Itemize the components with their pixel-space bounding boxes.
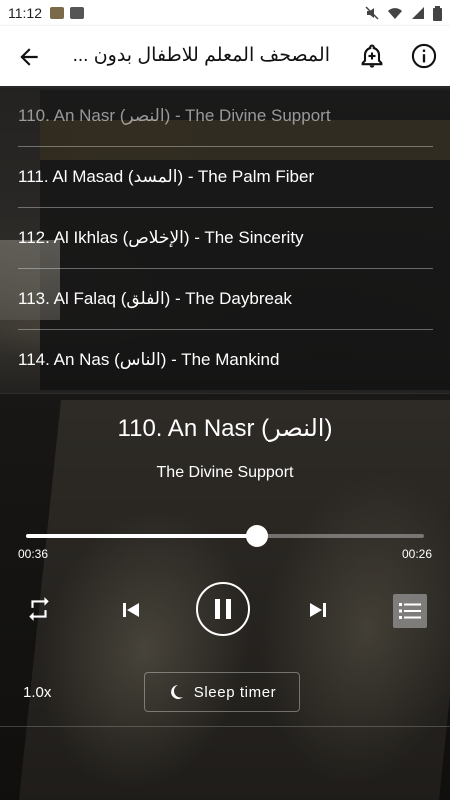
seek-bar[interactable] bbox=[26, 525, 424, 547]
status-time: 11:12 bbox=[8, 5, 42, 21]
sleep-timer-button[interactable]: Sleep timer bbox=[144, 672, 300, 712]
status-bar: 11:12 bbox=[0, 0, 450, 26]
moon-icon bbox=[170, 685, 183, 699]
signal-icon bbox=[412, 7, 424, 19]
elapsed-time: 00:36 bbox=[18, 547, 49, 561]
skip-previous-icon[interactable] bbox=[121, 600, 141, 620]
list-item[interactable]: 114. An Nas (الناس) - The Mankind bbox=[18, 330, 433, 390]
page-title: المصحف المعلم للاطفال بدون ... bbox=[72, 45, 330, 66]
photo-icon bbox=[70, 7, 84, 19]
battery-icon bbox=[433, 5, 442, 21]
seek-thumb[interactable] bbox=[246, 525, 268, 547]
track-label: 112. Al Ikhlas (الإخلاص) - The Sincerity bbox=[18, 228, 304, 247]
sleep-timer-label: Sleep timer bbox=[193, 683, 277, 701]
remaining-time: 00:26 bbox=[401, 547, 432, 561]
add-alarm-icon[interactable] bbox=[358, 42, 386, 70]
repeat-icon[interactable] bbox=[26, 596, 52, 622]
playback-speed-button[interactable]: 1.0x bbox=[23, 684, 51, 701]
now-playing-subtitle: The Divine Support bbox=[156, 464, 294, 481]
now-playing-title: 110. An Nasr (النصر) bbox=[117, 415, 333, 442]
list-item[interactable]: 111. Al Masad (المسد) - The Palm Fiber bbox=[18, 147, 433, 208]
track-label: 113. Al Falaq (الفلق) - The Daybreak bbox=[18, 289, 292, 308]
player-panel: 110. An Nasr (النصر) The Divine Support … bbox=[0, 394, 450, 800]
pause-button[interactable] bbox=[196, 582, 250, 636]
skip-next-icon[interactable] bbox=[308, 600, 328, 620]
playlist-icon bbox=[399, 603, 421, 619]
track-label: 114. An Nas (الناس) - The Mankind bbox=[18, 350, 280, 369]
track-list[interactable]: 110. An Nasr (النصر) - The Divine Suppor… bbox=[0, 88, 450, 393]
track-label: 111. Al Masad (المسد) - The Palm Fiber bbox=[18, 167, 315, 186]
app-notification-icon bbox=[50, 7, 64, 19]
list-item[interactable]: 112. Al Ikhlas (الإخلاص) - The Sincerity bbox=[18, 208, 433, 269]
wifi-icon bbox=[388, 8, 402, 19]
seek-progress bbox=[26, 534, 257, 538]
mute-icon bbox=[365, 6, 379, 20]
divider bbox=[0, 726, 450, 727]
app-bar: المصحف المعلم للاطفال بدون ... bbox=[0, 26, 450, 86]
info-icon[interactable] bbox=[410, 42, 438, 70]
back-arrow-icon[interactable] bbox=[16, 44, 42, 70]
pause-icon bbox=[215, 599, 231, 619]
list-item[interactable]: 113. Al Falaq (الفلق) - The Daybreak bbox=[18, 269, 433, 330]
track-label: 110. An Nasr (النصر) - The Divine Suppor… bbox=[18, 106, 331, 125]
playlist-button[interactable] bbox=[393, 594, 427, 628]
list-item[interactable]: 110. An Nasr (النصر) - The Divine Suppor… bbox=[18, 86, 433, 147]
